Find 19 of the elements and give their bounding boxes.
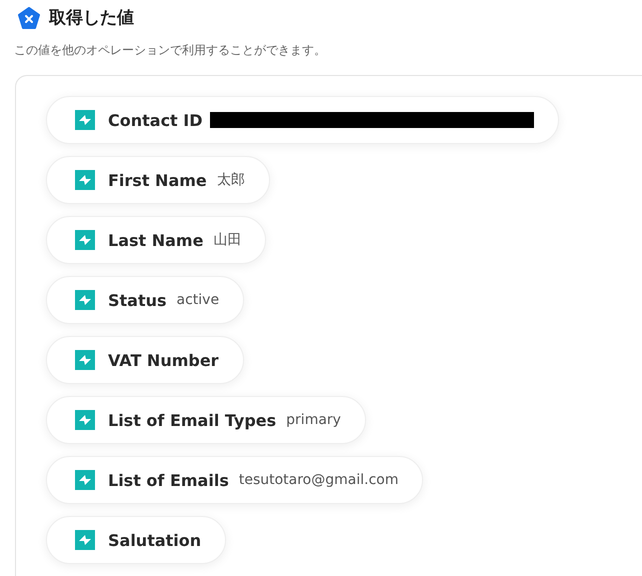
app-icon xyxy=(75,470,95,490)
app-icon xyxy=(75,530,95,550)
value-chip[interactable]: Contact ID xyxy=(46,96,559,144)
value-chip[interactable]: Status active xyxy=(46,276,244,324)
value-chip[interactable]: List of Email Types primary xyxy=(46,396,366,444)
section-description: この値を他のオペレーションで利用することができます。 xyxy=(14,42,327,59)
app-icon xyxy=(75,290,95,310)
app-icon xyxy=(75,230,95,250)
value-chip[interactable]: List of Emails tesutotaro@gmail.com xyxy=(46,456,424,504)
app-logo-icon xyxy=(18,6,40,28)
app-icon xyxy=(75,170,95,190)
app-icon xyxy=(75,350,95,370)
app-icon xyxy=(75,110,95,130)
app-icon xyxy=(75,410,95,430)
value-chip[interactable]: First Name 太郎 xyxy=(46,156,270,204)
value-chip[interactable]: Last Name 山田 xyxy=(46,216,266,264)
value-chip[interactable]: Salutation xyxy=(46,516,226,564)
value-chip[interactable]: VAT Number xyxy=(46,336,244,384)
section-title: 取得した値 xyxy=(49,7,134,29)
